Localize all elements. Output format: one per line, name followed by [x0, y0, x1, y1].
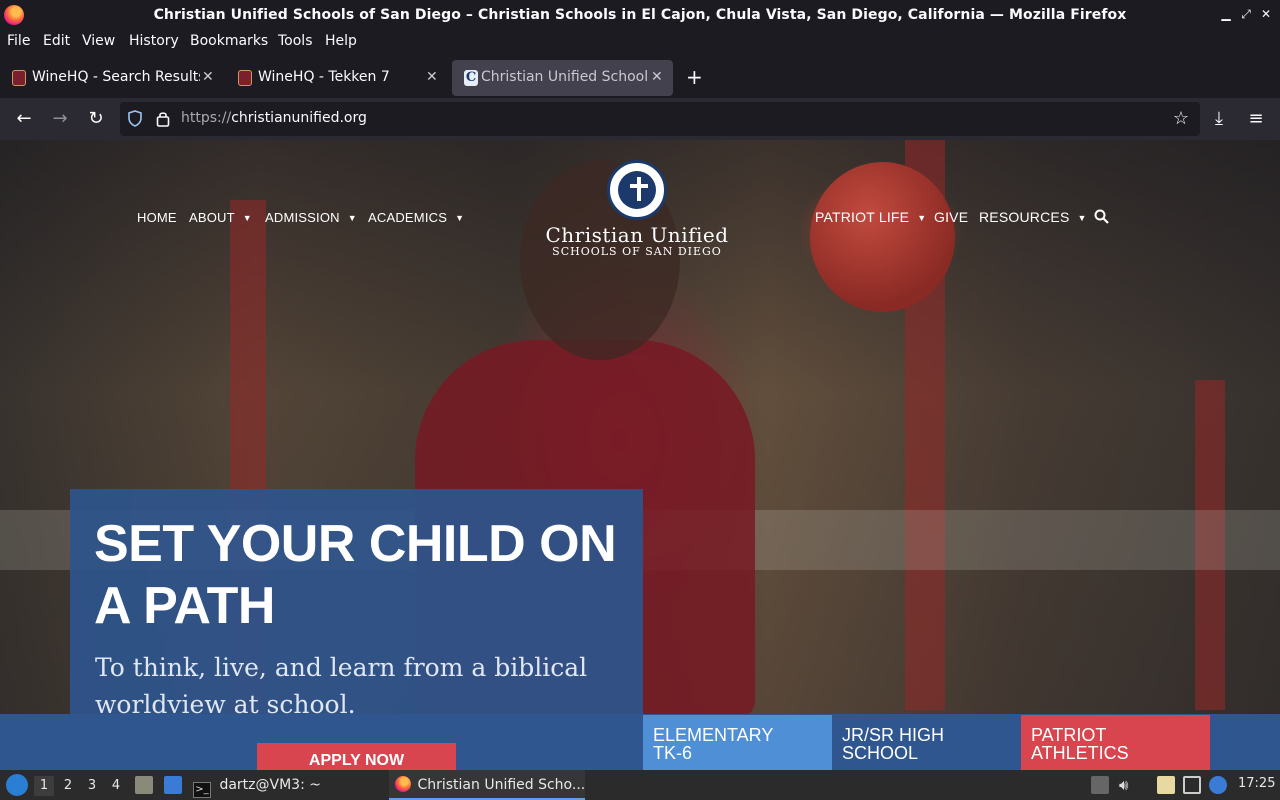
close-icon[interactable]: ✕ — [1258, 6, 1274, 22]
taskbar-task-label: Christian Unified Scho... — [417, 777, 586, 793]
url-bar[interactable]: https://christianunified.org — [120, 102, 1200, 136]
menu-help[interactable]: Help — [325, 33, 357, 49]
level-card-line1: ELEMENTARY — [653, 725, 774, 745]
search-icon[interactable] — [1094, 209, 1109, 224]
download-icon[interactable]: ⤓ — [1208, 108, 1230, 130]
url-host: christianunified.org — [231, 110, 367, 126]
caret-down-icon: ▼ — [1077, 213, 1087, 223]
tab-close-icon[interactable]: ✕ — [426, 69, 438, 85]
winehq-icon — [12, 70, 26, 86]
tab-winehq-search[interactable]: WineHQ - Search Results ✕ — [0, 60, 220, 96]
bookmark-star-icon[interactable]: ☆ — [1170, 108, 1192, 130]
school-seal-logo[interactable] — [607, 160, 667, 220]
hero-title: SET YOUR CHILD ON A PATH — [94, 515, 617, 635]
site-nav-label: ACADEMICS — [368, 210, 448, 225]
winehq-icon — [238, 70, 252, 86]
window-title: Christian Unified Schools of San Diego –… — [153, 7, 1127, 23]
site-nav-give[interactable]: GIVE — [934, 209, 968, 225]
terminal-icon: >_ — [193, 782, 211, 798]
url-text[interactable]: https://christianunified.org — [181, 110, 367, 126]
firefox-icon — [395, 776, 411, 792]
tab-winehq-tekken[interactable]: WineHQ - Tekken 7 ✕ — [226, 60, 448, 96]
screen: { "window": { "title": "Christian Unifie… — [0, 0, 1280, 800]
workspace-4[interactable]: 4 — [106, 776, 126, 796]
taskbar: 1 2 3 4 >_ dartz@VM3: ~ Christian Unifie… — [0, 770, 1280, 800]
workspace-2[interactable]: 2 — [58, 776, 78, 796]
seal-inner — [618, 171, 656, 209]
hero-photo-ball — [810, 162, 955, 312]
tab-close-icon[interactable]: ✕ — [202, 69, 214, 85]
school-name[interactable]: Christian Unified — [520, 223, 754, 247]
start-menu-icon[interactable] — [6, 774, 28, 796]
level-card-jr-sr-high[interactable]: JR/SR HIGH SCHOOL — [832, 715, 1021, 770]
level-card-line2: TK-6 — [653, 743, 693, 763]
site-nav-home[interactable]: HOME — [137, 210, 177, 225]
notification-icon[interactable] — [1209, 776, 1227, 794]
lock-icon[interactable] — [156, 110, 170, 127]
maximize-icon[interactable]: ⤢ — [1238, 6, 1254, 22]
level-card-line1: JR/SR HIGH — [842, 725, 945, 745]
forward-arrow-icon[interactable]: → — [49, 108, 71, 130]
menu-history[interactable]: History — [129, 33, 179, 49]
cross-bar — [630, 184, 648, 188]
clipboard-icon[interactable] — [1157, 776, 1175, 794]
site-nav-label: RESOURCES — [979, 209, 1070, 225]
reload-icon[interactable]: ↻ — [85, 108, 107, 130]
back-arrow-icon[interactable]: ← — [13, 108, 35, 130]
network-icon[interactable] — [1183, 776, 1201, 794]
site-nav-academics[interactable]: ACADEMICS ▼ — [368, 210, 464, 225]
tab-christian-unified[interactable]: C Christian Unified Schools ✕ — [452, 60, 673, 96]
apply-now-button[interactable]: APPLY NOW — [257, 743, 456, 770]
cus-icon: C — [464, 70, 478, 86]
workspace-1[interactable]: 1 — [34, 776, 54, 796]
web-content: HOME ABOUT ▼ ADMISSION ▼ ACADEMICS ▼ Christ… — [0, 140, 1280, 770]
url-scheme: https:// — [181, 110, 232, 126]
site-nav-label: ABOUT — [189, 210, 235, 225]
menu-tools[interactable]: Tools — [278, 33, 313, 49]
new-tab-icon[interactable]: + — [686, 66, 703, 88]
level-card-elementary[interactable]: ELEMENTARY TK-6 — [643, 715, 832, 770]
tab-label: WineHQ - Tekken 7 — [258, 69, 390, 85]
navigation-toolbar: ← → ↻ https://christianunified.org ☆ ⤓ ≡ — [0, 98, 1280, 140]
caret-down-icon: ▼ — [917, 213, 927, 223]
menu-bar: File Edit View History Bookmarks Tools H… — [0, 30, 1280, 54]
cross-icon — [637, 177, 641, 201]
menu-view[interactable]: View — [82, 33, 115, 49]
caret-down-icon: ▼ — [455, 213, 465, 223]
level-card-line1: PATRIOT — [1031, 725, 1107, 745]
site-nav-label: PATRIOT LIFE — [815, 209, 910, 225]
site-nav-admission[interactable]: ADMISSION ▼ — [265, 210, 357, 225]
minimize-icon[interactable]: ▁ — [1218, 6, 1234, 22]
caret-down-icon: ▼ — [347, 213, 357, 223]
site-nav-patriot-life[interactable]: PATRIOT LIFE ▼ — [815, 209, 926, 225]
caret-down-icon: ▼ — [242, 213, 252, 223]
menu-edit[interactable]: Edit — [43, 33, 70, 49]
tab-close-icon[interactable]: ✕ — [651, 69, 663, 85]
site-nav-about[interactable]: ABOUT ▼ — [189, 210, 252, 225]
hamburger-menu-icon[interactable]: ≡ — [1245, 108, 1267, 130]
taskbar-task-label: dartz@VM3: ~ — [219, 777, 321, 793]
workspace-3[interactable]: 3 — [82, 776, 102, 796]
tracking-shield-icon[interactable] — [128, 110, 142, 127]
tab-label: Christian Unified Schools — [481, 69, 647, 85]
hero-subtitle: To think, live, and learn from a biblica… — [95, 653, 588, 719]
menu-bookmarks[interactable]: Bookmarks — [190, 33, 268, 49]
taskbar-firefox[interactable]: Christian Unified Scho... — [389, 770, 585, 800]
tab-strip: WineHQ - Search Results ✕ WineHQ - Tekke… — [0, 58, 1280, 98]
taskbar-terminal[interactable]: >_ dartz@VM3: ~ — [193, 770, 378, 800]
tab-label: WineHQ - Search Results — [32, 69, 200, 85]
level-card-athletics[interactable]: PATRIOT ATHLETICS — [1021, 715, 1210, 770]
level-card-line2: ATHLETICS — [1031, 743, 1129, 763]
site-nav-label: ADMISSION — [265, 210, 340, 225]
file-manager-icon[interactable] — [135, 776, 153, 794]
show-desktop-icon[interactable] — [164, 776, 182, 794]
volume-icon[interactable]: 🔊︎ — [1119, 776, 1137, 794]
site-nav-resources[interactable]: RESOURCES ▼ — [979, 209, 1087, 225]
school-subname[interactable]: SCHOOLS OF SAN DIEGO — [520, 245, 754, 258]
level-card-line2: SCHOOL — [842, 743, 919, 763]
tray-up-icon[interactable] — [1091, 776, 1109, 794]
window-titlebar: Christian Unified Schools of San Diego –… — [0, 0, 1280, 30]
clock: 17:25 — [1238, 776, 1276, 791]
menu-file[interactable]: File — [7, 33, 30, 49]
